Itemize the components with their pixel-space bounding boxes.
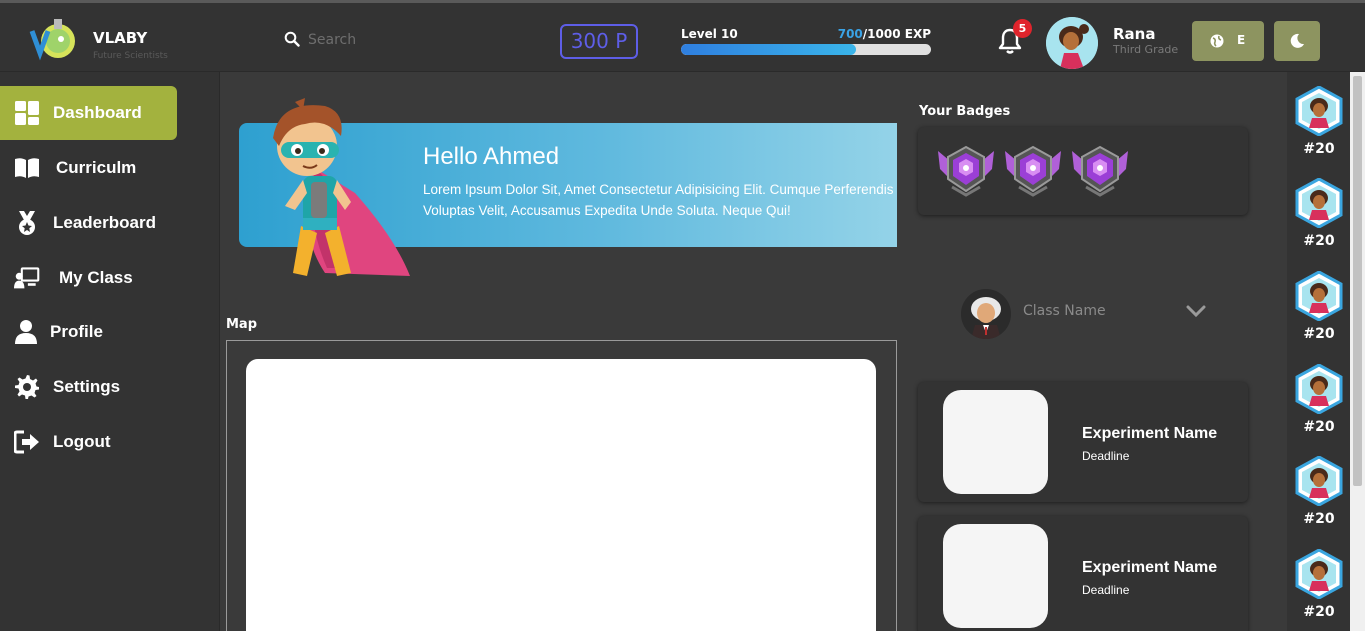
sidebar-item-label: Profile [50, 322, 103, 341]
user-grade: Third Grade [1113, 43, 1179, 56]
experiment-name: Experiment Name [1082, 425, 1218, 442]
experiment-thumbnail [943, 524, 1048, 628]
globe-icon [1210, 34, 1224, 48]
sidebar: Dashboard Curriculm Leaderboard My Class [0, 72, 220, 631]
class-select[interactable]: Class Name [1023, 303, 1106, 319]
leaderboard-rail-item[interactable]: #20 [1293, 86, 1345, 174]
sidebar-item-dashboard[interactable]: Dashboard [0, 86, 177, 140]
sidebar-item-profile[interactable]: Profile [0, 305, 177, 359]
book-icon [15, 158, 39, 178]
leaderboard-rail-item[interactable]: #20 [1293, 549, 1345, 631]
points-badge: 300 P [560, 24, 638, 59]
sidebar-item-label: Logout [53, 432, 111, 451]
sidebar-item-settings[interactable]: Settings [0, 360, 177, 414]
sidebar-item-label: My Class [59, 268, 133, 287]
sidebar-item-my-class[interactable]: My Class [0, 251, 177, 305]
badge-icon[interactable] [1003, 143, 1063, 199]
user-name: Rana [1113, 25, 1156, 43]
notification-count: 5 [1013, 19, 1032, 38]
chevron-down-icon[interactable] [1186, 304, 1206, 318]
theme-toggle-button[interactable] [1274, 21, 1320, 61]
badge-icon[interactable] [1070, 143, 1130, 199]
sidebar-item-label: Leaderboard [53, 213, 156, 232]
leaderboard-rail-item[interactable]: #20 [1293, 178, 1345, 266]
map-canvas[interactable] [246, 359, 876, 631]
experiment-card[interactable]: Experiment Name Deadline [918, 382, 1248, 502]
class-icon [14, 267, 40, 289]
brand-name: VLABY [93, 29, 148, 47]
rank-label: #20 [1303, 511, 1335, 527]
rank-avatar-icon [1295, 364, 1343, 414]
moon-icon [1290, 33, 1304, 48]
exp-total: /1000 EXP [862, 27, 931, 41]
map-label: Map [226, 317, 258, 332]
rank-avatar-icon [1295, 549, 1343, 599]
exp-progress-bar [681, 44, 931, 55]
medal-icon [19, 211, 35, 235]
sidebar-item-curriculum[interactable]: Curriculm [0, 141, 177, 195]
experiment-name: Experiment Name [1082, 559, 1218, 576]
leaderboard-rail-item[interactable]: #20 [1293, 271, 1345, 359]
top-bar: VLABY Future Scientists 300 P Level 10 7… [0, 0, 1365, 72]
class-avatar [961, 289, 1011, 339]
search-input[interactable] [308, 29, 508, 51]
avatar-girl-icon [1046, 17, 1098, 69]
avatar[interactable] [1046, 17, 1098, 69]
search-icon[interactable] [284, 31, 300, 47]
rank-avatar-icon [1295, 86, 1343, 136]
exp-label: 700/1000 EXP [760, 27, 931, 41]
badge-icon[interactable] [936, 143, 996, 199]
leaderboard-rail-item[interactable]: #20 [1293, 364, 1345, 452]
dashboard-icon [15, 101, 39, 125]
sidebar-item-leaderboard[interactable]: Leaderboard [0, 196, 177, 250]
sidebar-item-label: Dashboard [53, 103, 142, 122]
rank-avatar-icon [1295, 271, 1343, 321]
welcome-text: Lorem Ipsum Dolor Sit, Amet Consectetur … [423, 182, 894, 218]
logout-icon [14, 430, 39, 454]
rank-avatar-icon [1295, 456, 1343, 506]
sidebar-item-label: Curriculm [56, 158, 137, 177]
superhero-illustration [273, 98, 410, 276]
experiment-card[interactable]: Experiment Name Deadline [918, 516, 1248, 631]
leaderboard-rail-item[interactable]: #20 [1293, 456, 1345, 544]
exp-current: 700 [837, 27, 863, 41]
vlaby-logo[interactable] [28, 15, 80, 63]
rank-avatar-icon [1295, 178, 1343, 228]
scrollbar-thumb[interactable] [1353, 76, 1362, 486]
rank-label: #20 [1303, 141, 1335, 157]
rank-label: #20 [1303, 419, 1335, 435]
welcome-title: Hello Ahmed [423, 143, 560, 170]
rank-label: #20 [1303, 326, 1335, 342]
experiment-thumbnail [943, 390, 1048, 494]
level-label: Level 10 [681, 27, 738, 41]
gear-icon [15, 375, 39, 399]
language-label: E [1237, 33, 1246, 47]
language-button[interactable]: E [1192, 21, 1264, 61]
experiment-deadline: Deadline [1082, 583, 1130, 597]
scientist-avatar-icon [961, 289, 1011, 339]
badges-label: Your Badges [919, 104, 1011, 119]
sidebar-item-label: Settings [53, 377, 121, 396]
exp-progress-fill [681, 44, 856, 55]
rank-label: #20 [1303, 233, 1335, 249]
user-icon [15, 320, 37, 344]
sidebar-item-logout[interactable]: Logout [0, 415, 177, 469]
experiment-deadline: Deadline [1082, 449, 1130, 463]
rank-label: #20 [1303, 604, 1335, 620]
brand-tagline: Future Scientists [93, 51, 168, 61]
